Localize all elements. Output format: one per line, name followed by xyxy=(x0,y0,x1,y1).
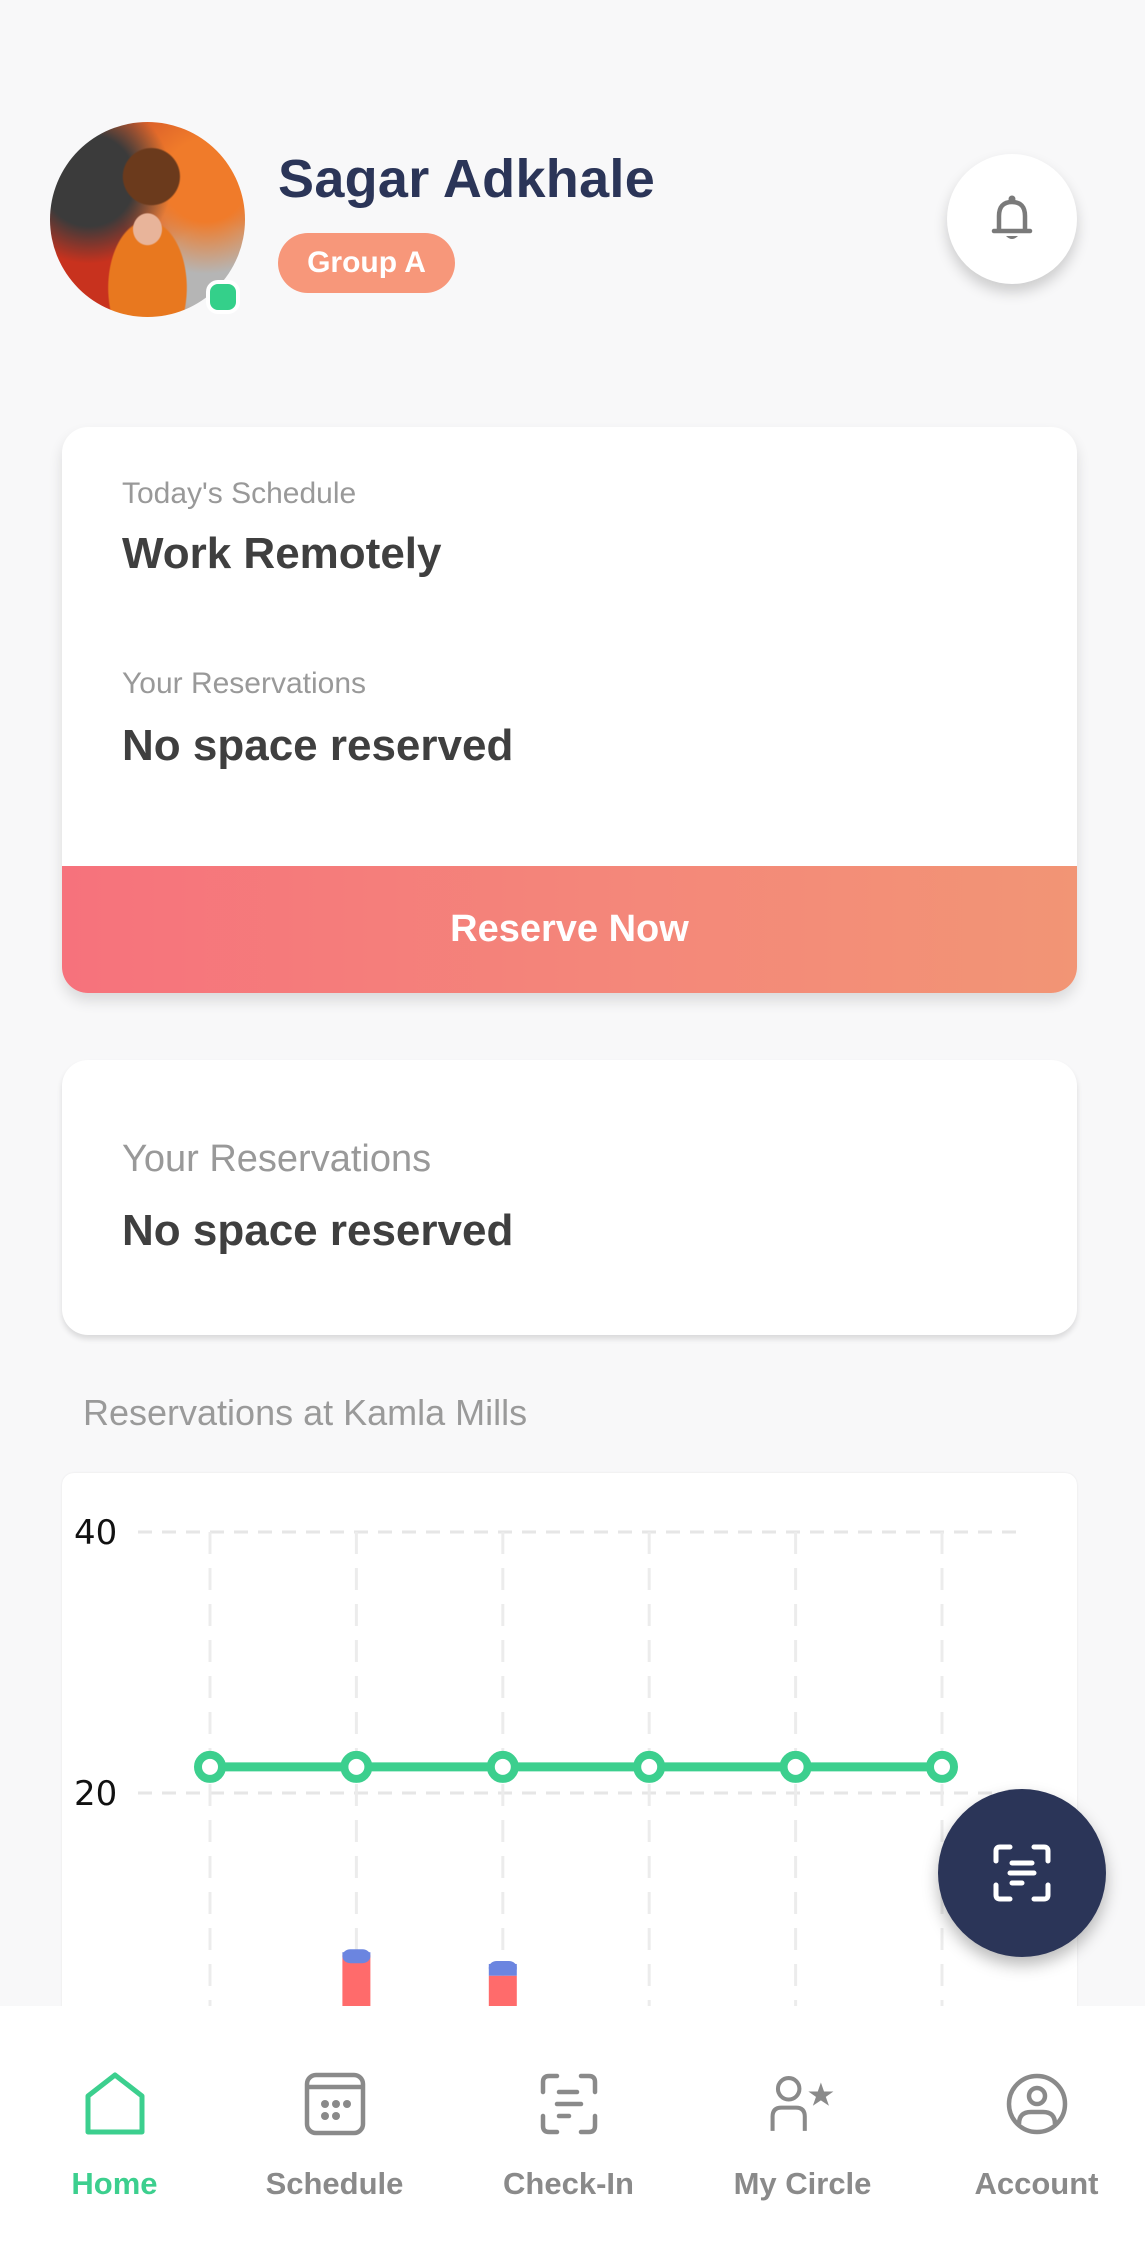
calendar-icon xyxy=(304,2072,365,2136)
bottom-navigation: Home Schedule Check-In My Circle Account xyxy=(0,2006,1145,2248)
bar-cap xyxy=(488,1960,517,1975)
schedule-label: Today's Schedule xyxy=(122,477,357,510)
chart-section-title: Reservations at Kamla Mills xyxy=(83,1392,528,1433)
nav-item-home[interactable]: Home xyxy=(0,2006,229,2248)
nav-label-account: Account xyxy=(974,2166,1099,2201)
your-reservations-card[interactable]: Your Reservations No space reserved xyxy=(62,1060,1077,1335)
scan-icon xyxy=(540,2073,597,2135)
y-tick-label: 20 xyxy=(74,1774,117,1814)
line-point xyxy=(340,1750,373,1783)
online-status-indicator xyxy=(206,280,240,314)
y-tick-label: 40 xyxy=(74,1513,117,1553)
bar-reserved xyxy=(488,1975,517,2006)
nav-label-my-circle: My Circle xyxy=(733,2166,872,2201)
nav-item-my-circle[interactable]: My Circle xyxy=(688,2006,917,2248)
nav-label-schedule: Schedule xyxy=(265,2166,404,2201)
reservations-value: No space reserved xyxy=(122,721,514,770)
group-badge: Group A xyxy=(278,233,455,293)
nav-label-check-in: Check-In xyxy=(503,2166,634,2201)
line-point xyxy=(486,1750,519,1783)
bell-icon xyxy=(991,195,1033,239)
home-icon xyxy=(85,2072,144,2135)
line-point xyxy=(633,1750,666,1783)
todays-schedule-card: Today's Schedule Work Remotely Your Rese… xyxy=(62,427,1077,993)
bar-cap xyxy=(342,1949,371,1964)
reservations-chart: 40 20 xyxy=(62,1473,1077,2073)
account-circle-icon xyxy=(1006,2073,1067,2135)
person-star-icon xyxy=(770,2076,833,2131)
line-point xyxy=(926,1750,958,1783)
scan-icon xyxy=(993,1844,1051,1902)
nav-item-schedule[interactable]: Schedule xyxy=(220,2006,449,2248)
user-name: Sagar Adkhale xyxy=(278,149,656,209)
reserve-now-button[interactable]: Reserve Now xyxy=(62,866,1077,993)
reservations-label: Your Reservations xyxy=(122,667,367,700)
notifications-button[interactable] xyxy=(947,154,1077,284)
reservations-card-value: No space reserved xyxy=(122,1206,514,1255)
chart-canvas: 40 20 xyxy=(74,1513,1017,2006)
schedule-value: Work Remotely xyxy=(122,529,442,578)
line-point xyxy=(194,1750,226,1783)
nav-item-check-in[interactable]: Check-In xyxy=(454,2006,683,2248)
scan-fab-button[interactable] xyxy=(938,1789,1106,1957)
reservations-card-label: Your Reservations xyxy=(122,1138,432,1180)
nav-label-home: Home xyxy=(71,2166,158,2201)
nav-item-account[interactable]: Account xyxy=(922,2006,1145,2248)
line-point xyxy=(779,1750,812,1783)
